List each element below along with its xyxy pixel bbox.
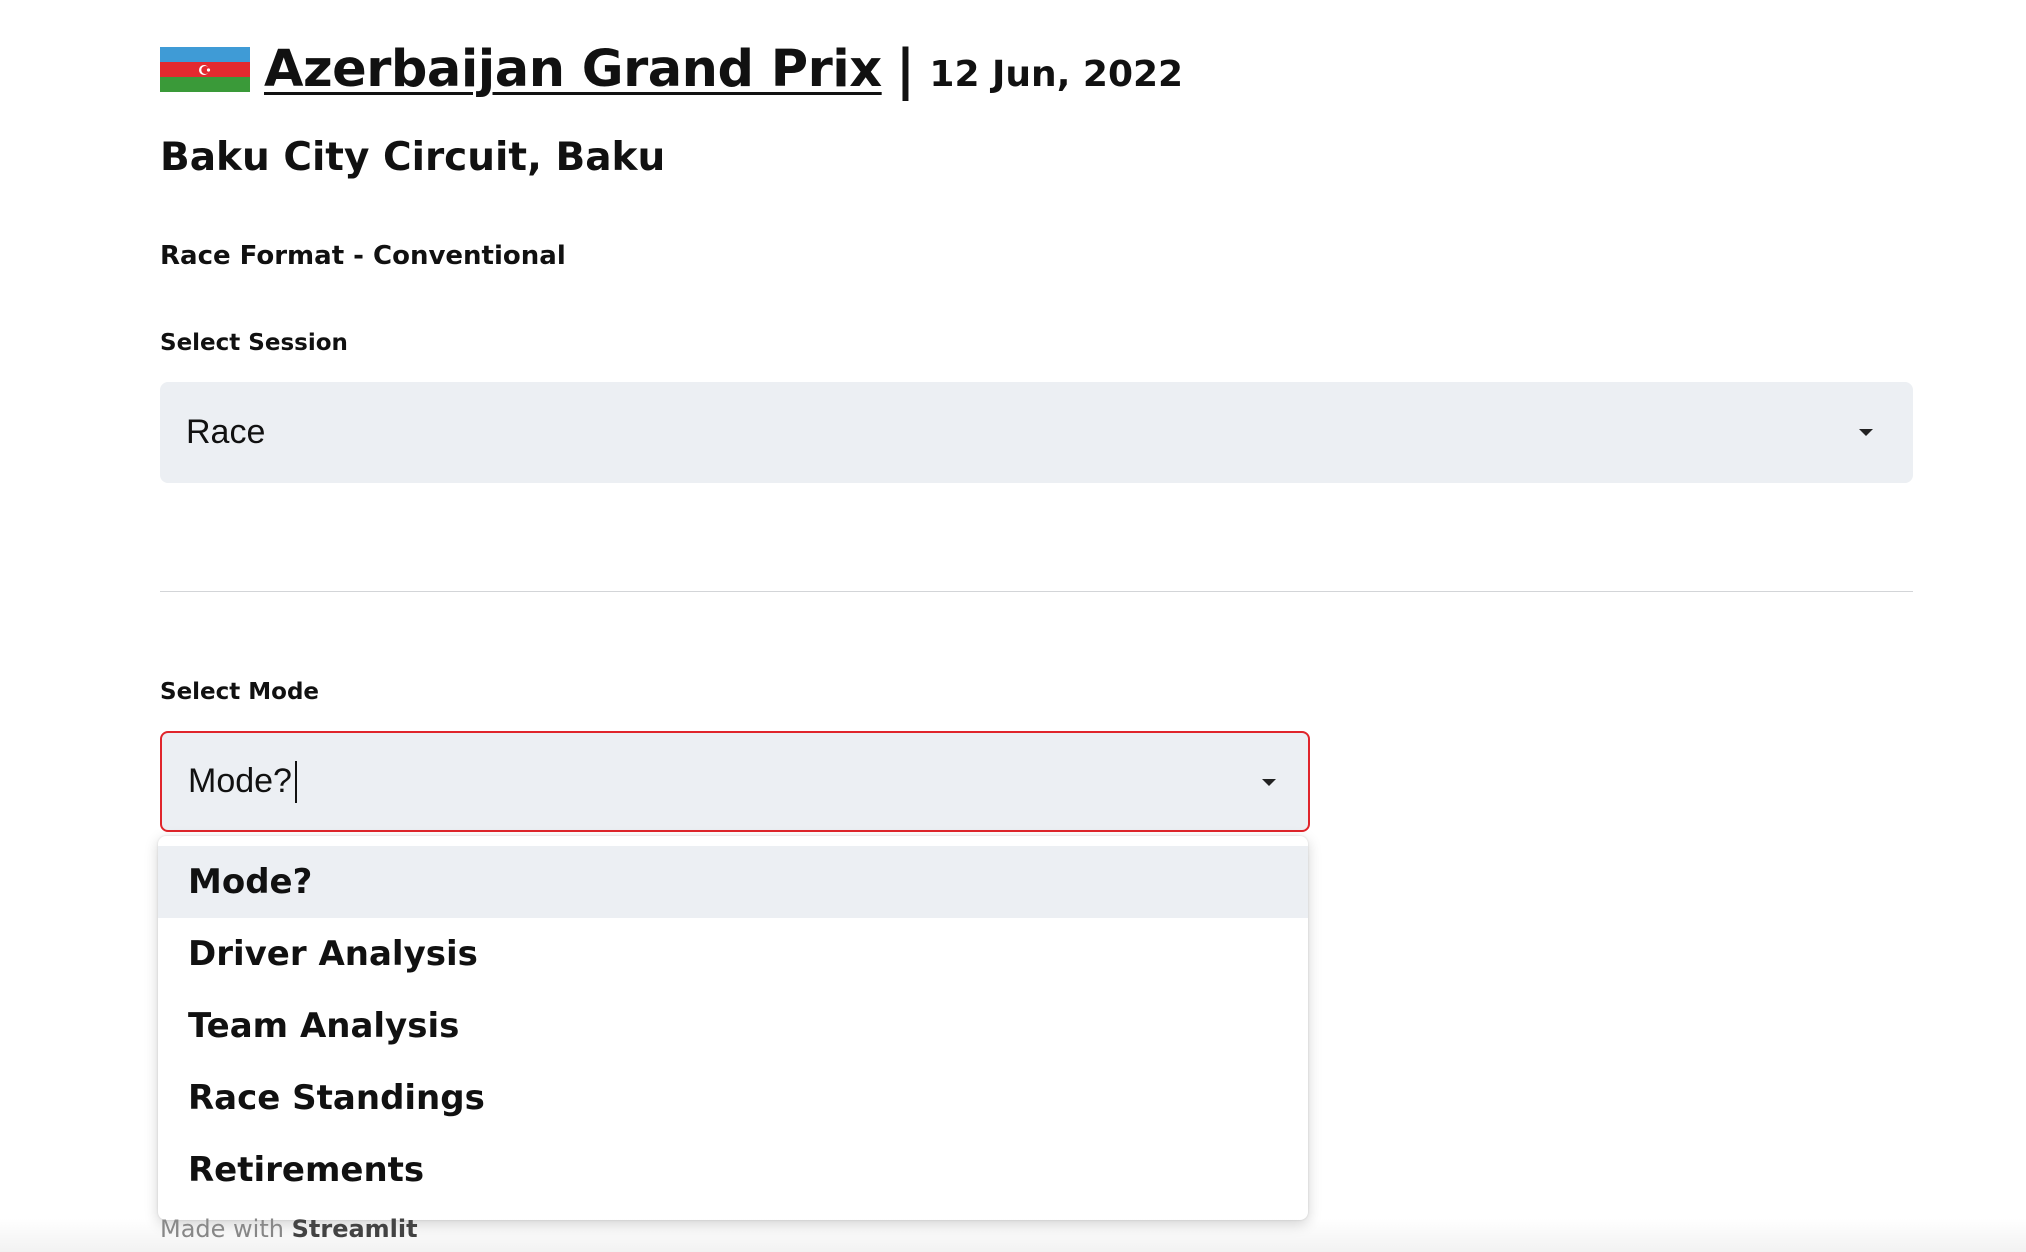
session-select-label: Select Session [160,330,348,356]
mode-option-retirements[interactable]: Retirements [158,1134,1308,1206]
mode-option-mode[interactable]: Mode? [158,846,1308,918]
mode-option-race-standings[interactable]: Race Standings [158,1062,1308,1134]
chevron-down-icon[interactable] [1262,779,1276,786]
footer-prefix: Made with [160,1215,284,1243]
mode-select-label: Select Mode [160,679,320,705]
title-row: Azerbaijan Grand Prix | 12 Jun, 2022 [160,38,1183,101]
title-separator: | [895,38,916,101]
chevron-down-icon [1859,429,1873,436]
session-select-value: Race [186,413,266,451]
race-format: Race Format - Conventional [160,241,566,271]
mode-option-driver-analysis[interactable]: Driver Analysis [158,918,1308,990]
mode-dropdown-menu: Mode? Driver Analysis Team Analysis Race… [158,836,1308,1220]
divider [160,591,1913,592]
text-cursor [294,760,297,803]
mode-select[interactable]: Mode? [160,731,1310,832]
footer-brand-link[interactable]: Streamlit [292,1215,418,1243]
mode-options-list: Mode? Driver Analysis Team Analysis Race… [158,846,1308,1206]
race-date: 12 Jun, 2022 [929,54,1184,95]
mode-option-team-analysis[interactable]: Team Analysis [158,990,1308,1062]
race-title-link[interactable]: Azerbaijan Grand Prix [264,40,882,99]
page: Azerbaijan Grand Prix | 12 Jun, 2022 Bak… [0,0,2026,1252]
footer: Made with Streamlit [160,1215,418,1243]
session-select[interactable]: Race [160,382,1913,483]
mode-select-input[interactable]: Mode? [188,762,292,801]
circuit-name: Baku City Circuit, Baku [160,135,666,180]
azerbaijan-flag-icon [160,47,250,92]
